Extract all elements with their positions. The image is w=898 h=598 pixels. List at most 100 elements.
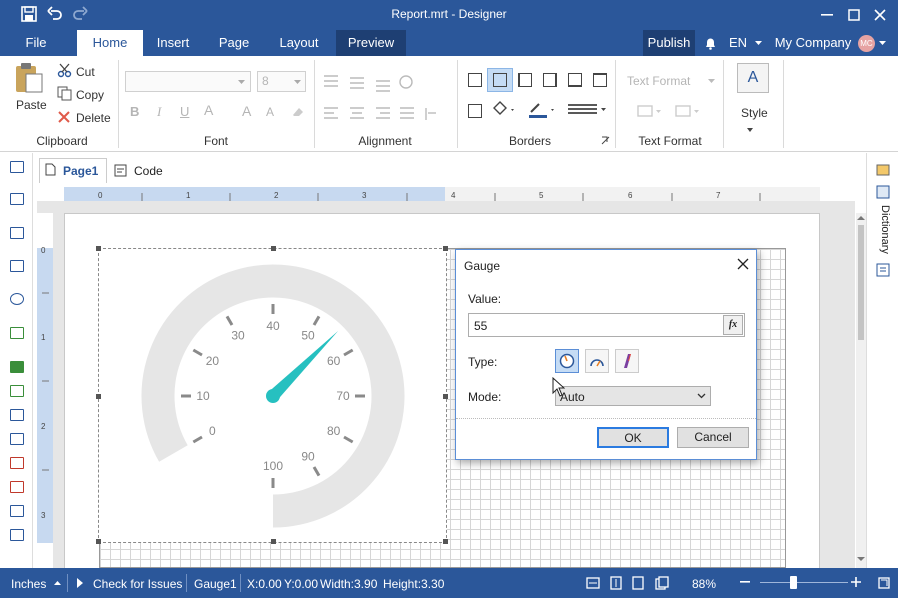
bell-icon[interactable] [704, 37, 717, 50]
panel-icon[interactable] [10, 505, 24, 517]
zoom-level: 88% [692, 577, 717, 591]
value-input-text: 55 [474, 319, 488, 333]
border-bottom-icon[interactable] [568, 73, 582, 87]
gauge-dialog: Gauge Value: 55 fx Type: Mode: Auto OK C… [455, 249, 757, 460]
container-icon[interactable] [10, 529, 24, 541]
text-icon[interactable] [10, 409, 24, 421]
border-none-icon[interactable] [468, 104, 482, 118]
eraser-icon[interactable] [291, 106, 305, 118]
zoom-in-icon[interactable] [851, 577, 861, 587]
chevron-down-icon [747, 128, 753, 132]
alignment-icons[interactable] [322, 74, 454, 134]
code-icon [114, 164, 127, 177]
dictionary-icon[interactable] [876, 185, 891, 199]
rich-text-icon[interactable] [10, 433, 24, 445]
tab-home[interactable]: Home [77, 30, 143, 56]
shrink-font-icon[interactable]: A [266, 105, 274, 119]
maximize-icon[interactable] [848, 9, 860, 21]
header-band-icon[interactable] [10, 193, 24, 205]
scroll-thumb[interactable] [858, 225, 864, 340]
tab-page[interactable]: Page [208, 30, 260, 56]
dialog-close-icon[interactable] [737, 258, 749, 270]
fullscreen-icon[interactable] [878, 577, 890, 589]
ok-button[interactable]: OK [597, 427, 669, 448]
table-icon[interactable] [10, 361, 24, 373]
border-left-icon[interactable] [518, 73, 532, 87]
border-color-icon[interactable] [527, 100, 559, 120]
dictionary-label[interactable]: Dictionary [879, 205, 891, 254]
publish-button[interactable]: Publish [643, 30, 695, 56]
zoom-slider-track[interactable] [760, 582, 848, 583]
mode-label: Mode: [468, 390, 502, 404]
copy-button[interactable]: Copy [76, 88, 104, 102]
ribbon-separator [783, 60, 784, 148]
scroll-down-icon[interactable] [857, 556, 865, 562]
ruler-label: 1 [41, 333, 46, 342]
avatar[interactable]: MC [858, 35, 875, 52]
zoom-slider-thumb[interactable] [790, 576, 797, 589]
list-icon[interactable] [10, 385, 24, 397]
gauge-tick-label: 20 [206, 354, 220, 368]
expression-button[interactable]: fx [723, 315, 743, 335]
bold-icon[interactable]: B [130, 104, 139, 119]
tab-code[interactable]: Code [134, 164, 163, 178]
dialog-launcher-icon[interactable] [601, 136, 610, 145]
gauge-tick-label: 70 [336, 389, 350, 403]
border-style-icon[interactable] [567, 102, 609, 116]
component-icon[interactable] [10, 327, 24, 339]
language-selector[interactable]: EN [726, 30, 750, 56]
font-color-icon[interactable]: A [204, 102, 213, 118]
close-icon[interactable] [874, 9, 886, 21]
data-band-icon[interactable] [10, 227, 24, 239]
border-all-icon[interactable] [468, 73, 482, 87]
gauge-component[interactable]: 0 10 20 30 40 50 60 70 80 90 100 [96, 246, 448, 544]
text-format-select[interactable]: Text Format [627, 74, 690, 88]
underline-icon[interactable]: U [180, 104, 189, 119]
multiple-pages-icon[interactable] [655, 576, 669, 590]
font-family-select[interactable] [125, 71, 251, 92]
units-selector[interactable]: Inches [11, 577, 46, 591]
chevron-up-icon [54, 581, 61, 585]
cut-button[interactable]: Cut [76, 65, 95, 79]
report-tree-icon[interactable] [876, 263, 891, 277]
border-outside-icon[interactable] [493, 73, 507, 87]
grow-font-icon[interactable]: A [242, 103, 251, 119]
image-icon[interactable] [10, 457, 24, 469]
style-icon[interactable]: A [737, 63, 769, 93]
paste-button[interactable]: Paste [16, 98, 47, 112]
tab-preview[interactable]: Preview [336, 30, 406, 56]
company-name[interactable]: My Company [772, 30, 854, 56]
dialog-title: Gauge [464, 259, 501, 273]
delete-button[interactable]: Delete [76, 111, 111, 125]
ribbon-separator [118, 60, 119, 148]
gauge-tick [343, 348, 354, 357]
cancel-button[interactable]: Cancel [677, 427, 749, 448]
barcode-icon[interactable] [10, 481, 24, 493]
report-title-band-icon[interactable] [10, 161, 24, 173]
text-format-icons[interactable] [636, 103, 706, 121]
border-right-icon[interactable] [543, 73, 557, 87]
border-top-icon[interactable] [593, 73, 607, 87]
gauge-tick-label: 0 [209, 424, 216, 438]
check-issues-button[interactable]: Check for Issues [93, 577, 182, 591]
tab-layout[interactable]: Layout [270, 30, 328, 56]
scroll-up-icon[interactable] [857, 215, 865, 221]
properties-icon[interactable] [876, 163, 891, 177]
tab-insert[interactable]: Insert [147, 30, 199, 56]
minimize-icon[interactable] [821, 13, 833, 17]
zoom-out-icon[interactable] [740, 581, 750, 584]
paste-icon[interactable] [14, 62, 44, 94]
cross-band-icon[interactable] [10, 260, 24, 272]
value-input[interactable] [468, 313, 745, 337]
whole-page-icon[interactable] [632, 576, 644, 590]
page-height-icon[interactable] [610, 576, 622, 590]
tab-file[interactable]: File [14, 30, 58, 56]
style-button[interactable]: Style [741, 106, 768, 120]
status-bar: Inches Check for Issues Gauge1 X:0.00 Y:… [0, 568, 898, 598]
gauge-tick-label: 40 [266, 319, 280, 333]
italic-icon[interactable]: I [157, 104, 161, 120]
shape-icon[interactable] [10, 293, 24, 305]
fill-color-icon[interactable] [490, 100, 518, 120]
vertical-scrollbar[interactable] [856, 213, 866, 568]
page-view-icon[interactable] [586, 577, 600, 589]
